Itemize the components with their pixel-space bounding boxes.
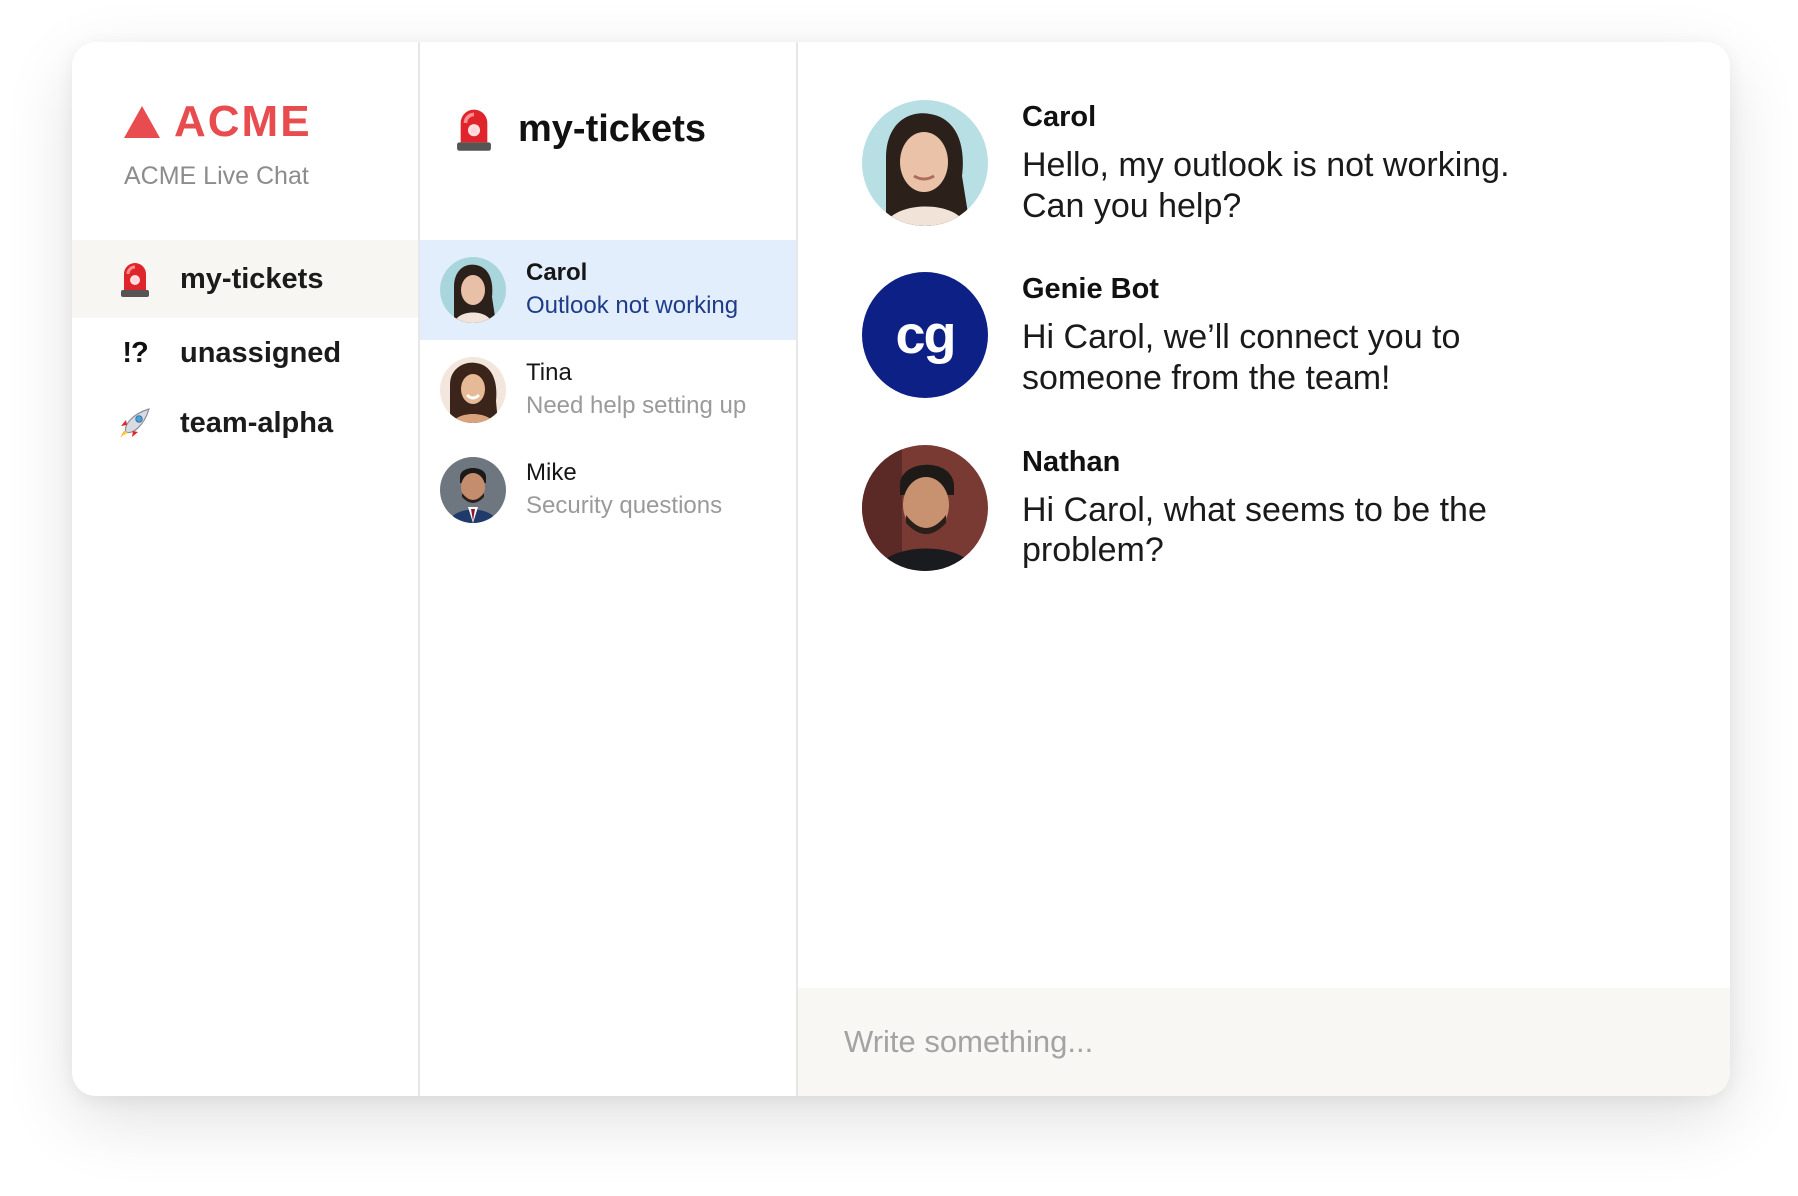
brand-subtitle: ACME Live Chat: [124, 162, 309, 190]
ticket-list-title: my-tickets: [518, 107, 706, 150]
ticket-name: Tina: [526, 358, 572, 386]
sidebar: ACME ACME Live Chat my-tickets !? unassi…: [72, 42, 420, 1096]
message-list: Carol Hello, my outlook is not working. …: [862, 100, 1690, 617]
avatar: [862, 100, 988, 226]
ticket-name: Carol: [526, 258, 588, 286]
ticket-subject: Security questions: [526, 492, 723, 520]
message-input[interactable]: [844, 1024, 1730, 1060]
rocket-icon: [116, 404, 154, 442]
message: Nathan Hi Carol, what seems to be the pr…: [862, 444, 1690, 571]
ticket-list: Carol Outlook not working Tina Need help…: [420, 240, 796, 540]
avatar: [440, 457, 506, 523]
app-window: ACME ACME Live Chat my-tickets !? unassi…: [72, 42, 1730, 1096]
interrobang-icon: !?: [122, 336, 148, 369]
message-text: Hello, my outlook is not working. Can yo…: [1022, 145, 1510, 225]
message-text: Hi Carol, what seems to be the problem?: [1022, 490, 1487, 570]
ticket-name: Mike: [526, 458, 577, 486]
siren-icon: [457, 109, 491, 151]
avatar: [440, 257, 506, 323]
ticket-list-header: my-tickets: [454, 106, 706, 152]
sidebar-item-label: team-alpha: [180, 406, 334, 439]
brand: ACME ACME Live Chat: [124, 100, 312, 191]
sidebar-nav: my-tickets !? unassigned team-alpha: [72, 240, 418, 458]
message-author: Nathan: [1022, 445, 1121, 478]
sidebar-item-label: unassigned: [180, 336, 342, 369]
ticket-subject: Outlook not working: [526, 292, 739, 320]
message-author: Carol: [1022, 101, 1097, 133]
ticket-list-panel: my-tickets Carol Outlook not working Tin…: [420, 42, 798, 1096]
siren-icon: [116, 260, 154, 298]
message: Carol Hello, my outlook is not working. …: [862, 100, 1690, 226]
ticket-subject: Need help setting up: [526, 392, 747, 420]
message: cg Genie Bot Hi Carol, we’ll connect you…: [862, 272, 1690, 399]
sidebar-item-my-tickets[interactable]: my-tickets: [72, 240, 418, 318]
ticket-item-carol[interactable]: Carol Outlook not working: [420, 240, 796, 340]
bot-avatar: cg: [862, 272, 988, 399]
sidebar-item-label: my-tickets: [180, 262, 324, 295]
acme-logo-icon: [124, 106, 160, 138]
message-composer: [798, 988, 1730, 1096]
ticket-item-mike[interactable]: Mike Security questions: [420, 440, 796, 540]
brand-name: ACME: [174, 97, 312, 146]
conversation-panel: Carol Hello, my outlook is not working. …: [798, 42, 1730, 1096]
message-author: Genie Bot: [1022, 273, 1159, 306]
avatar: [862, 444, 988, 571]
ticket-item-tina[interactable]: Tina Need help setting up: [420, 340, 796, 440]
sidebar-item-team-alpha[interactable]: team-alpha: [72, 388, 418, 458]
message-text: Hi Carol, we’ll connect you to someone f…: [1022, 318, 1461, 397]
sidebar-item-unassigned[interactable]: !? unassigned: [72, 318, 418, 388]
avatar: [440, 357, 506, 423]
